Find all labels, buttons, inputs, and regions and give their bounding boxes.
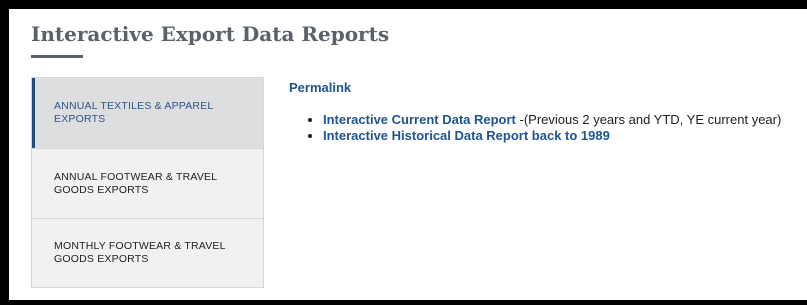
page-title: Interactive Export Data Reports [31,22,390,46]
report-list: Interactive Current Data Report -(Previo… [289,112,799,144]
title-underline [31,55,83,58]
list-item: Interactive Historical Data Report back … [323,128,799,144]
historical-data-report-link[interactable]: Interactive Historical Data Report back … [323,128,610,143]
current-data-report-link[interactable]: Interactive Current Data Report [323,112,516,127]
permalink-link[interactable]: Permalink [289,80,799,95]
current-data-report-description: -(Previous 2 years and YTD, YE current y… [519,112,782,127]
list-item: Interactive Current Data Report -(Previo… [323,112,799,128]
tab-annual-footwear-travel-goods-exports[interactable]: ANNUAL FOOTWEAR & TRAVEL GOODS EXPORTS [32,148,263,218]
tab-monthly-footwear-travel-goods-exports[interactable]: MONTHLY FOOTWEAR & TRAVEL GOODS EXPORTS [32,218,263,287]
tab-content: Permalink Interactive Current Data Repor… [289,80,799,144]
tab-annual-textiles-apparel-exports[interactable]: ANNUAL TEXTILES & APPAREL EXPORTS [32,78,263,148]
report-tab-list: ANNUAL TEXTILES & APPAREL EXPORTS ANNUAL… [31,77,264,288]
content-panel: Interactive Export Data Reports ANNUAL T… [9,9,807,300]
